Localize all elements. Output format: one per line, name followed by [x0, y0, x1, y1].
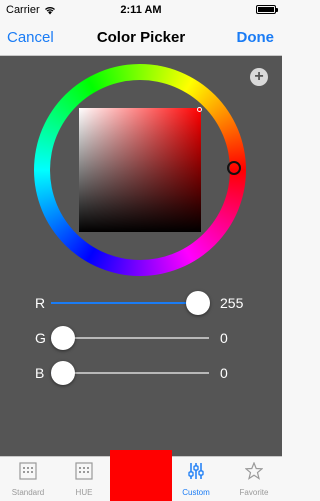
battery-icon: [256, 5, 278, 14]
plus-icon[interactable]: +: [250, 68, 268, 86]
tab-custom[interactable]: Custom: [168, 457, 224, 501]
tab-bar: Standard HUE Custom Favorite: [0, 450, 282, 501]
navigation-bar: Cancel Color Picker Done: [0, 20, 282, 56]
grid-icon: [19, 462, 37, 480]
slider-value-r: 255: [220, 295, 244, 311]
tab-hue[interactable]: HUE: [56, 457, 112, 501]
hue-cursor[interactable]: [227, 161, 241, 175]
slider-label-r: R: [35, 295, 46, 311]
slider-thumb-b[interactable]: [51, 361, 75, 385]
hue-wheel[interactable]: [34, 64, 246, 276]
status-time: 2:11 AM: [120, 4, 162, 16]
tab-favorite[interactable]: Favorite: [226, 457, 282, 501]
slider-green: G 0: [0, 323, 282, 353]
star-icon: [245, 462, 263, 480]
slider-thumb-g[interactable]: [51, 326, 75, 350]
tab-standard-label: Standard: [11, 488, 45, 497]
sliders-icon: [188, 463, 204, 479]
tab-custom-label: Custom: [182, 488, 210, 497]
slider-value-b: 0: [220, 365, 228, 381]
current-color-swatch: [110, 450, 172, 501]
slider-label-b: B: [35, 365, 45, 381]
slider-label-g: G: [35, 330, 46, 346]
slider-fill-r: [51, 302, 198, 304]
tab-hue-label: HUE: [75, 488, 93, 497]
slider-thumb-r[interactable]: [186, 291, 210, 315]
saturation-cursor[interactable]: [197, 107, 202, 112]
grid-icon: [75, 462, 93, 480]
status-bar: Carrier 2:11 AM: [0, 0, 282, 20]
tab-standard[interactable]: Standard: [0, 457, 56, 501]
picker-area: + R 255 G 0 B 0: [0, 56, 282, 456]
slider-value-g: 0: [220, 330, 228, 346]
saturation-brightness-square[interactable]: [79, 108, 201, 232]
done-button[interactable]: Done: [237, 29, 275, 46]
tab-favorite-label: Favorite: [239, 488, 269, 497]
slider-blue: B 0: [0, 358, 282, 388]
slider-red: R 255: [0, 288, 282, 318]
